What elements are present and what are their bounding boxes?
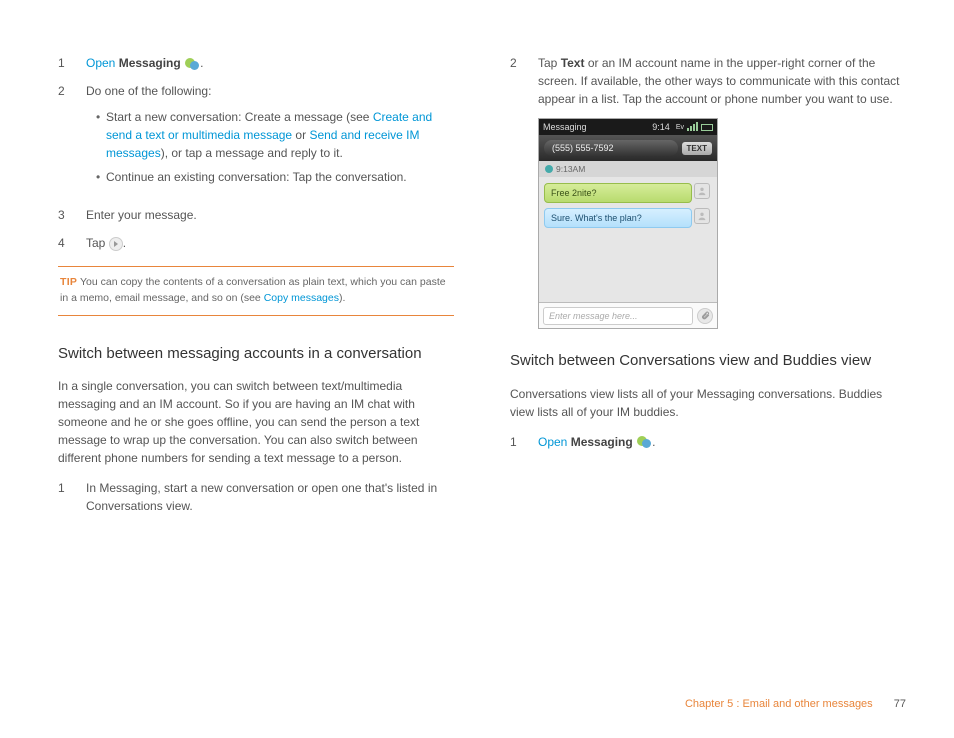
step-body: Open Messaging . xyxy=(86,54,454,72)
link-copy-messages[interactable]: Copy messages xyxy=(264,292,339,304)
step-text: Tap xyxy=(86,236,109,250)
message-text: Sure. What's the plan? xyxy=(551,213,642,223)
conversation-body: Free 2nite? Sure. What's the plan? xyxy=(539,177,717,302)
step-2: 2 Do one of the following: Start a new c… xyxy=(58,82,454,196)
chat-bubble-icon xyxy=(545,165,553,173)
step-number: 1 xyxy=(58,54,86,72)
step-number: 2 xyxy=(58,82,86,196)
text: Tap xyxy=(538,56,561,70)
messaging-icon xyxy=(185,58,199,70)
bullet-list: Start a new conversation: Create a messa… xyxy=(86,108,454,186)
message-input-bar: Enter message here... xyxy=(539,302,717,328)
tip-text: You can copy the contents of a conversat… xyxy=(60,276,446,304)
battery-icon xyxy=(701,124,713,131)
step-body: Tap . xyxy=(86,234,454,252)
step-body: Open Messaging . xyxy=(538,433,906,451)
chapter-label: Chapter 5 : Email and other messages xyxy=(685,698,873,710)
tip-box: TIP You can copy the contents of a conve… xyxy=(58,266,454,316)
messaging-icon xyxy=(637,436,651,448)
text: or xyxy=(292,128,309,142)
status-time: 9:14 xyxy=(652,122,670,132)
section-heading-switch-accounts: Switch between messaging accounts in a c… xyxy=(58,344,454,364)
step-body: Tap Text or an IM account name in the up… xyxy=(538,54,906,108)
bullet-item: Continue an existing conversation: Tap t… xyxy=(96,168,454,186)
message-input[interactable]: Enter message here... xyxy=(543,307,693,325)
page-number: 77 xyxy=(894,698,906,710)
message-incoming[interactable]: Sure. What's the plan? xyxy=(544,208,692,228)
step-3: 3 Enter your message. xyxy=(58,206,454,224)
step-number: 1 xyxy=(510,433,538,451)
phone-header: (555) 555-7592 TEXT xyxy=(539,135,717,161)
step-body: Do one of the following: Start a new con… xyxy=(86,82,454,196)
text-bold: Text xyxy=(561,56,585,70)
phone-screenshot: Messaging 9:14 Ev (555) 555-7592 TEXT 9:… xyxy=(538,118,718,329)
tip-text: ). xyxy=(339,292,345,304)
signal-icon xyxy=(686,122,698,133)
page-footer: Chapter 5 : Email and other messages 77 xyxy=(685,698,906,710)
bullet-item: Start a new conversation: Create a messa… xyxy=(96,108,454,162)
tip-label: TIP xyxy=(60,276,77,288)
attach-icon[interactable] xyxy=(697,308,713,324)
step-text: In Messaging, start a new conversation o… xyxy=(86,479,454,515)
text: ), or tap a message and reply to it. xyxy=(161,146,343,160)
status-app-name: Messaging xyxy=(543,122,587,132)
paragraph: Conversations view lists all of your Mes… xyxy=(510,385,906,421)
message-outgoing[interactable]: Free 2nite? xyxy=(544,183,692,203)
step-1b: 1 In Messaging, start a new conversation… xyxy=(58,479,454,515)
left-column: 1 Open Messaging . 2 Do one of the follo… xyxy=(58,54,454,525)
avatar-icon xyxy=(697,211,707,221)
ev-icon: Ev xyxy=(676,124,684,131)
step-2r: 2 Tap Text or an IM account name in the … xyxy=(510,54,906,108)
step-1r: 1 Open Messaging . xyxy=(510,433,906,451)
message-text: Free 2nite? xyxy=(551,188,597,198)
phone-status-bar: Messaging 9:14 Ev xyxy=(539,119,717,135)
period: . xyxy=(200,56,203,70)
period: . xyxy=(123,236,126,250)
send-icon xyxy=(109,237,123,251)
text-account-button[interactable]: TEXT xyxy=(682,142,712,155)
right-column: 2 Tap Text or an IM account name in the … xyxy=(510,54,906,525)
conversation-timestamp-row: 9:13AM xyxy=(539,161,717,177)
step-text: Do one of the following: xyxy=(86,84,211,98)
timestamp: 9:13AM xyxy=(556,164,585,174)
step-number: 4 xyxy=(58,234,86,252)
step-1: 1 Open Messaging . xyxy=(58,54,454,72)
text: or an IM account name in the upper-right… xyxy=(538,56,900,106)
period: . xyxy=(652,435,655,449)
contact-pill[interactable]: (555) 555-7592 xyxy=(544,140,678,156)
step-number: 3 xyxy=(58,206,86,224)
step-4: 4 Tap . xyxy=(58,234,454,252)
step-text: Enter your message. xyxy=(86,206,454,224)
app-name: Messaging xyxy=(119,56,181,70)
step-number: 2 xyxy=(510,54,538,108)
open-link[interactable]: Open xyxy=(538,435,567,449)
app-name: Messaging xyxy=(571,435,633,449)
avatar-icon xyxy=(697,186,707,196)
text: Start a new conversation: Create a messa… xyxy=(106,110,373,124)
paragraph: In a single conversation, you can switch… xyxy=(58,377,454,467)
section-heading-views: Switch between Conversations view and Bu… xyxy=(510,351,906,371)
open-link[interactable]: Open xyxy=(86,56,115,70)
step-number: 1 xyxy=(58,479,86,515)
